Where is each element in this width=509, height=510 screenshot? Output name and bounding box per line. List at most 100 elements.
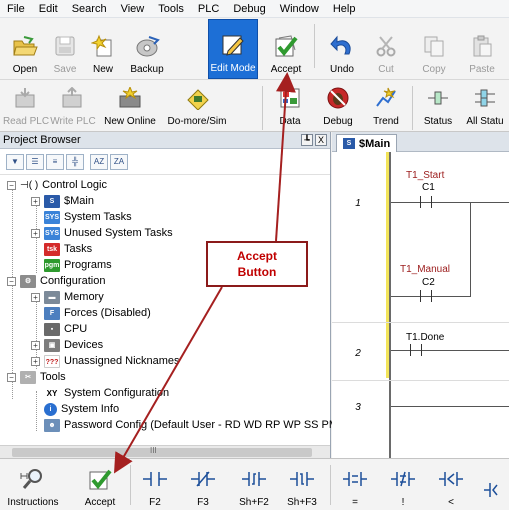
nickname-icon: ???	[44, 354, 60, 368]
no-contact-icon	[141, 467, 169, 491]
not-equal-compare-button[interactable]: !	[386, 459, 420, 510]
expand-icon[interactable]: +	[31, 340, 40, 350]
tree-node-cpu[interactable]: ▪ CPU	[44, 321, 87, 337]
tree-node-tools[interactable]: − ✂ Tools	[7, 369, 66, 385]
tree-node-main[interactable]: + S $Main	[31, 193, 94, 209]
rising-edge-contact-button[interactable]: Sh+F2	[234, 459, 274, 510]
instructions-button[interactable]: Instructions	[2, 459, 64, 510]
close-icon[interactable]: X	[315, 134, 327, 146]
new-online-button[interactable]: New Online	[98, 80, 162, 131]
tree-node-unassigned-nicknames[interactable]: + ??? Unassigned Nicknames	[31, 353, 180, 369]
expand-icon[interactable]: +	[31, 292, 40, 302]
view-detail-icon[interactable]: ≡	[46, 153, 64, 170]
edit-mode-button[interactable]: Edit Mode	[208, 19, 258, 79]
less-than-compare-button[interactable]: <	[434, 459, 468, 510]
copy-button[interactable]: Copy	[416, 18, 452, 79]
cpu-icon: ▪	[44, 322, 60, 336]
rung-separator	[332, 322, 509, 323]
accept-button-bottom[interactable]: Accept	[76, 459, 124, 510]
tab-main[interactable]: S $Main	[336, 134, 398, 152]
debug-button[interactable]: Debug	[318, 80, 358, 131]
instruction-toolbar: Instructions Accept F2 F3 Sh+F2 Sh+F3 = …	[0, 458, 509, 510]
tree-node-devices[interactable]: + ▣ Devices	[31, 337, 103, 353]
trend-button[interactable]: Trend	[366, 80, 406, 131]
rung-separator	[332, 380, 509, 381]
ladder-editor[interactable]: 1 T1_Start C1 T1_Manual C2 2 T1.Done 3	[332, 152, 509, 458]
tree-node-control-logic[interactable]: − ⊣( ) Control Logic	[7, 177, 107, 193]
tree-node-memory[interactable]: + ▬ Memory	[31, 289, 104, 305]
collapse-icon[interactable]: −	[7, 180, 16, 190]
contact-c1[interactable]	[420, 196, 432, 208]
domore-sim-button[interactable]: Do-more/Sim	[164, 80, 230, 131]
folder-open-icon	[11, 33, 39, 59]
collapse-icon[interactable]: −	[7, 372, 16, 382]
tree-node-programs[interactable]: pgm Programs	[44, 257, 112, 273]
contact-nickname: T1_Manual	[400, 264, 451, 275]
tree-node-unused-system-tasks[interactable]: + SYS Unused System Tasks	[31, 225, 173, 241]
tree-node-configuration[interactable]: − ⚙ Configuration	[7, 273, 105, 289]
pin-icon[interactable]: ┺	[301, 134, 313, 146]
menu-view[interactable]: View	[114, 0, 152, 18]
project-browser-toolbar: ▼ ☰ ≡ ╬ AZ ZA	[0, 149, 330, 175]
compare-button-partial[interactable]	[482, 459, 509, 510]
toolbar-separator	[130, 465, 131, 505]
accept-button[interactable]: Accept	[262, 18, 310, 79]
sort-az-icon[interactable]: AZ	[90, 153, 108, 170]
view-list-icon[interactable]: ☰	[26, 153, 44, 170]
tree-node-system-configuration[interactable]: XY System Configuration	[44, 385, 169, 401]
backup-button[interactable]: Backup	[125, 18, 169, 79]
menu-window[interactable]: Window	[273, 0, 326, 18]
tree-node-tasks[interactable]: tsk Tasks	[44, 241, 92, 257]
tree-node-forces[interactable]: F Forces (Disabled)	[44, 305, 151, 321]
scrollbar-thumb[interactable]	[12, 448, 312, 457]
menu-help[interactable]: Help	[326, 0, 363, 18]
paste-button[interactable]: Paste	[462, 18, 502, 79]
new-button[interactable]: New	[86, 18, 120, 79]
write-plc-button[interactable]: Write PLC	[50, 80, 96, 131]
cut-button[interactable]: Cut	[368, 18, 404, 79]
save-button[interactable]: Save	[48, 18, 82, 79]
menu-debug[interactable]: Debug	[226, 0, 272, 18]
all-status-icon	[471, 85, 499, 111]
falling-edge-icon	[288, 467, 316, 491]
menu-search[interactable]: Search	[65, 0, 114, 18]
tree-node-system-tasks[interactable]: SYS System Tasks	[44, 209, 132, 225]
status-button[interactable]: Status	[418, 80, 458, 131]
horizontal-scrollbar[interactable]: III	[0, 445, 330, 458]
tree-node-password-config[interactable]: ☻ Password Config (Default User - RD WD …	[44, 417, 338, 433]
read-plc-button[interactable]: Read PLC	[3, 80, 49, 131]
normally-closed-contact-button[interactable]: F3	[186, 459, 220, 510]
equal-compare-button[interactable]: =	[338, 459, 372, 510]
rung-wire	[391, 406, 509, 407]
contact-c2[interactable]	[420, 290, 432, 302]
expand-icon[interactable]: +	[31, 356, 40, 366]
all-status-button[interactable]: All Statu	[462, 80, 508, 131]
expand-icon[interactable]: +	[31, 196, 40, 206]
contact-t1-done[interactable]	[410, 344, 422, 356]
tree-guide-line	[12, 189, 13, 399]
menu-plc[interactable]: PLC	[191, 0, 226, 18]
not-equal-compare-icon	[389, 467, 417, 491]
expand-icon[interactable]: +	[31, 228, 40, 238]
project-browser-header: Project Browser ┺ X	[0, 132, 330, 149]
accept-button-callout: Accept Button	[206, 241, 308, 287]
normally-open-contact-button[interactable]: F2	[138, 459, 172, 510]
data-button[interactable]: Data	[272, 80, 308, 131]
scissors-icon	[372, 33, 400, 59]
copy-icon	[420, 33, 448, 59]
tree-node-system-info[interactable]: i System Info	[44, 401, 119, 417]
forces-icon: F	[44, 306, 60, 320]
filter-icon[interactable]: ▼	[6, 153, 24, 170]
menu-tools[interactable]: Tools	[151, 0, 191, 18]
menu-edit[interactable]: Edit	[32, 0, 65, 18]
undo-button[interactable]: Undo	[322, 18, 362, 79]
info-icon: i	[44, 402, 57, 416]
menu-file[interactable]: File	[0, 0, 32, 18]
sort-za-icon[interactable]: ZA	[110, 153, 128, 170]
open-button[interactable]: Open	[6, 18, 44, 79]
collapse-icon[interactable]: −	[7, 276, 16, 286]
falling-edge-contact-button[interactable]: Sh+F3	[282, 459, 322, 510]
contact-address: T1.Done	[406, 332, 445, 343]
task-icon: tsk	[44, 242, 60, 256]
view-tree-icon[interactable]: ╬	[66, 153, 84, 170]
